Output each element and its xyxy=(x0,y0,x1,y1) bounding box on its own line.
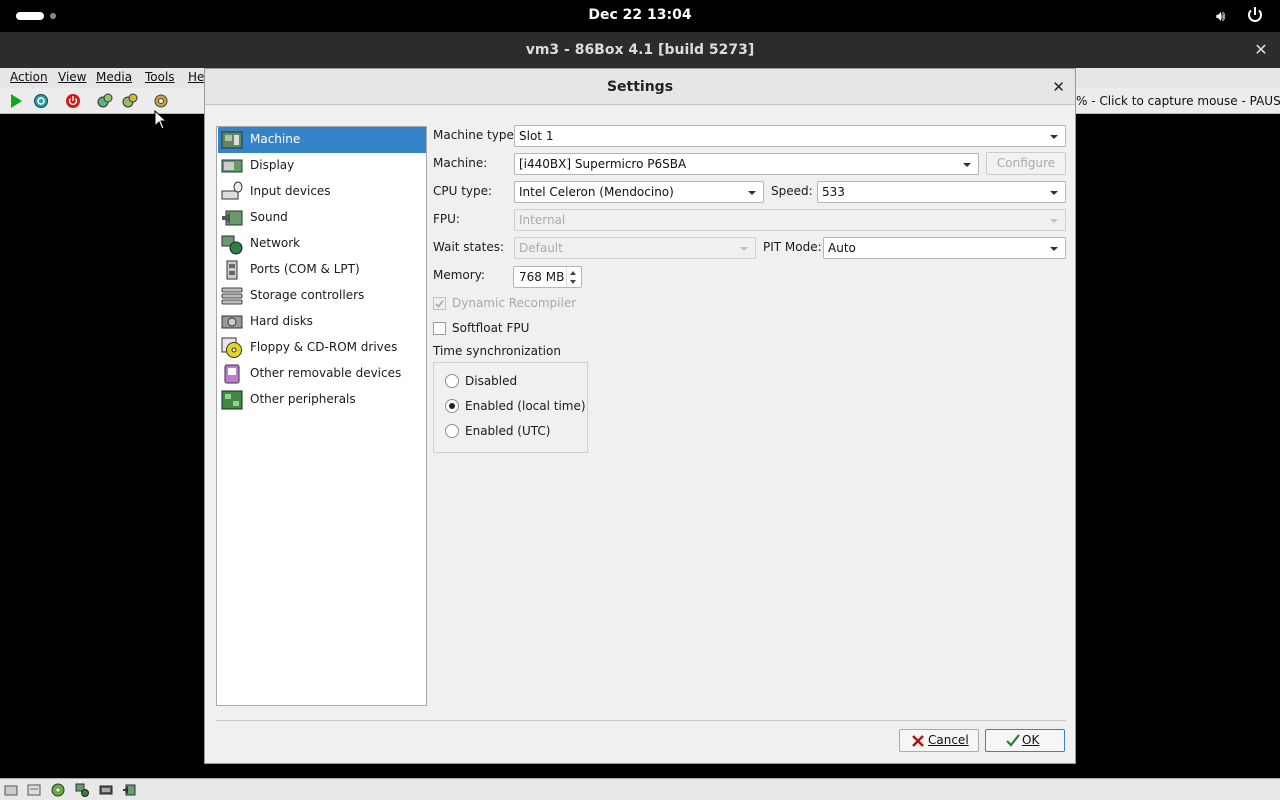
time-sync-local-radio[interactable] xyxy=(445,399,459,413)
menu-media[interactable]: Media xyxy=(96,70,132,84)
menu-tools[interactable]: Tools xyxy=(145,70,175,84)
speed-label: Speed: xyxy=(771,184,813,198)
volume-icon[interactable]: 🔊︎ xyxy=(1216,7,1225,25)
floppy-cdrom-icon xyxy=(221,337,242,358)
softfloat-fpu-label: Softfloat FPU xyxy=(452,321,530,335)
fpu-select[interactable]: Internal xyxy=(514,209,1066,231)
time-sync-local-label: Enabled (local time) xyxy=(465,399,586,413)
menu-action[interactable]: Action xyxy=(10,70,48,84)
time-sync-disabled-label: Disabled xyxy=(465,374,518,388)
clock[interactable]: Dec 22 13:04 xyxy=(0,7,1280,23)
speed-select[interactable]: 533 xyxy=(817,181,1066,203)
cpu-type-label: CPU type: xyxy=(433,184,493,198)
cancel-button[interactable]: Cancel xyxy=(899,729,979,752)
dynamic-recompiler-label: Dynamic Recompiler xyxy=(452,296,577,310)
settings-gear-icon[interactable] xyxy=(153,93,169,109)
reset-icon[interactable] xyxy=(33,93,49,109)
fpu-label: FPU: xyxy=(433,212,460,226)
cdrom-activity-icon[interactable] xyxy=(51,783,65,797)
play-icon[interactable] xyxy=(8,93,24,109)
pit-mode-label: PIT Mode: xyxy=(763,240,822,254)
spin-down-icon[interactable] xyxy=(570,280,576,284)
cpu-type-select[interactable]: Intel Celeron (Mendocino) xyxy=(514,181,764,203)
window-title: vm3 - 86Box 4.1 [build 5273] xyxy=(525,42,755,58)
nav-item-machine[interactable]: Machine xyxy=(218,127,426,153)
machine-label: Machine: xyxy=(433,156,488,170)
nav-item-sound[interactable]: Sound xyxy=(218,205,426,231)
removable-device-icon xyxy=(224,364,240,384)
wait-states-select[interactable]: Default xyxy=(514,237,756,259)
status-bar xyxy=(0,778,1280,800)
ok-button[interactable]: OK xyxy=(985,729,1065,752)
mouse-cursor-icon xyxy=(154,110,168,130)
chevron-down-icon xyxy=(1050,191,1058,195)
dialog-titlebar: Settings ✕ xyxy=(205,69,1075,105)
motherboard-icon xyxy=(221,131,243,149)
configure-button[interactable]: Configure xyxy=(986,152,1066,175)
ctrl-alt-esc-icon[interactable] xyxy=(122,93,138,109)
memory-label: Memory: xyxy=(433,268,485,282)
storage-controller-icon xyxy=(221,287,243,305)
input-devices-icon xyxy=(221,181,243,200)
nav-item-floppy-cdrom[interactable]: Floppy & CD-ROM drives xyxy=(218,335,426,361)
dialog-title: Settings xyxy=(606,79,674,95)
chevron-down-icon xyxy=(748,191,756,195)
ok-label: OK xyxy=(1022,733,1040,747)
nav-item-other-peripherals[interactable]: Other peripherals xyxy=(218,387,426,413)
time-sync-label: Time synchronization xyxy=(433,344,561,358)
ports-icon xyxy=(226,260,238,280)
check-icon xyxy=(435,300,444,308)
cancel-x-icon xyxy=(912,735,924,747)
network-activity-icon[interactable] xyxy=(75,783,89,797)
hdd-activity-icon[interactable] xyxy=(4,783,18,797)
peripherals-icon xyxy=(221,390,243,410)
menu-view[interactable]: View xyxy=(58,70,86,84)
capture-status-text: % - Click to capture mouse - PAUSED xyxy=(1076,94,1280,108)
menu-help[interactable]: He xyxy=(188,70,204,84)
spin-up-icon[interactable] xyxy=(570,271,576,275)
nav-item-hard-disks[interactable]: Hard disks xyxy=(218,309,426,335)
window-close-icon[interactable]: ✕ xyxy=(1252,32,1270,68)
system-top-bar: Dec 22 13:04 🔊︎ xyxy=(0,0,1280,32)
pit-mode-select[interactable]: Auto xyxy=(823,237,1066,259)
time-sync-disabled-radio[interactable] xyxy=(445,374,459,388)
dialog-close-icon[interactable]: ✕ xyxy=(1052,69,1065,105)
wait-states-label: Wait states: xyxy=(433,240,504,254)
time-sync-utc-radio[interactable] xyxy=(445,424,459,438)
nav-item-input-devices[interactable]: Input devices xyxy=(218,179,426,205)
ctrl-alt-del-icon[interactable] xyxy=(97,93,113,109)
chevron-down-icon xyxy=(963,163,971,167)
window-titlebar: vm3 - 86Box 4.1 [build 5273] ✕ xyxy=(0,32,1280,68)
memory-spinbox[interactable]: 768 MB xyxy=(513,266,582,288)
sound-card-icon xyxy=(222,210,243,226)
display-card-icon xyxy=(221,159,243,173)
hard-disk-icon xyxy=(221,315,243,329)
chevron-down-icon xyxy=(1050,219,1058,223)
network-icon xyxy=(221,235,243,255)
nav-item-storage-controllers[interactable]: Storage controllers xyxy=(218,283,426,309)
chevron-down-icon xyxy=(740,247,748,251)
machine-type-select[interactable]: Slot 1 xyxy=(514,125,1066,147)
power-icon[interactable] xyxy=(1246,5,1264,25)
machine-type-label: Machine type: xyxy=(433,128,518,142)
chevron-down-icon xyxy=(1050,247,1058,251)
storage-activity-icon[interactable] xyxy=(27,783,41,797)
softfloat-fpu-checkbox[interactable] xyxy=(433,322,446,335)
chevron-down-icon xyxy=(1050,135,1058,139)
dialog-separator xyxy=(216,720,1066,721)
nav-item-other-removable[interactable]: Other removable devices xyxy=(218,361,426,387)
display-activity-icon[interactable] xyxy=(99,783,113,797)
dynamic-recompiler-checkbox[interactable] xyxy=(433,297,446,310)
power-off-icon[interactable] xyxy=(65,93,81,109)
nav-item-ports[interactable]: Ports (COM & LPT) xyxy=(218,257,426,283)
machine-select[interactable]: [i440BX] Supermicro P6SBA xyxy=(514,153,979,175)
ok-check-icon xyxy=(1006,734,1020,747)
settings-category-list: Machine Display Input devices Sound Netw… xyxy=(216,126,427,706)
sound-activity-icon[interactable] xyxy=(122,783,136,797)
settings-dialog: Settings ✕ Machine Display Input devices… xyxy=(204,68,1076,764)
time-sync-utc-label: Enabled (UTC) xyxy=(465,424,551,438)
cancel-label: Cancel xyxy=(928,733,969,747)
nav-item-network[interactable]: Network xyxy=(218,231,426,257)
nav-item-display[interactable]: Display xyxy=(218,153,426,179)
